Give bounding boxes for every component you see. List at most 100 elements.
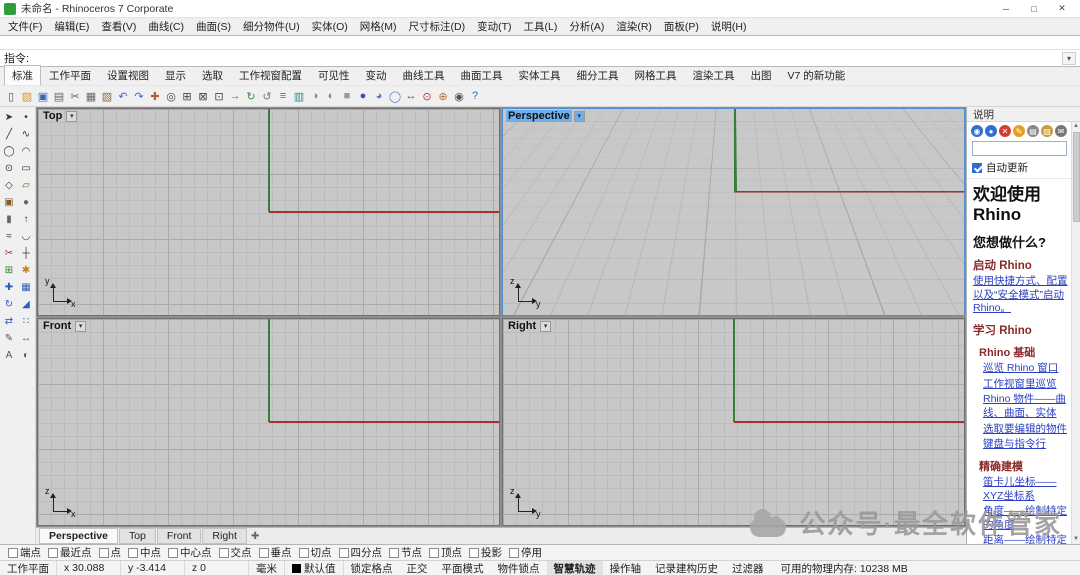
rotate-tool-icon[interactable]: ↻: [1, 296, 18, 313]
toolbar-tab[interactable]: 实体工具: [511, 65, 569, 85]
menu-item[interactable]: 文件(F): [2, 18, 48, 35]
scroll-up-icon[interactable]: ▲: [1073, 122, 1079, 131]
help-link[interactable]: 巡览 Rhino 窗口: [983, 362, 1068, 376]
help-mail-icon[interactable]: ✉: [1055, 125, 1067, 137]
viewport-menu-caret-icon[interactable]: ▾: [540, 320, 552, 332]
toolbar-tab[interactable]: 曲面工具: [453, 65, 511, 85]
viewport-tab[interactable]: Top: [118, 528, 156, 544]
help-link[interactable]: 角度——绘制特定的角度: [983, 505, 1068, 532]
osnap-checkbox[interactable]: [8, 547, 18, 558]
toolbar-tab[interactable]: 可见性: [310, 65, 358, 85]
status-toggle[interactable]: 操作轴: [603, 561, 649, 575]
osnap-toggle[interactable]: 端点: [8, 545, 41, 560]
toolbar-tab[interactable]: 网格工具: [627, 65, 685, 85]
record-history-icon[interactable]: ◉: [451, 87, 467, 105]
sphere-icon[interactable]: ●: [18, 194, 35, 211]
help-link[interactable]: 使用快捷方式、配置以及“安全模式”启动 Rhino。: [973, 275, 1068, 316]
point-object-icon[interactable]: ⊙: [419, 87, 435, 105]
help-edit-icon[interactable]: ✎: [1013, 125, 1025, 137]
split-icon[interactable]: ┼: [18, 245, 35, 262]
render-icon[interactable]: ●: [355, 87, 371, 105]
hide-object-icon[interactable]: ◑: [307, 87, 323, 105]
toolbar-tab[interactable]: 设置视图: [99, 65, 157, 85]
menu-item[interactable]: 变动(T): [471, 18, 517, 35]
help-link[interactable]: 选取要编辑的物件: [983, 423, 1068, 437]
new-file-icon[interactable]: ▯: [3, 87, 19, 105]
arc-icon[interactable]: ◠: [18, 143, 35, 160]
chevron-down-icon[interactable]: ▾: [1062, 51, 1076, 65]
osnap-toggle[interactable]: 最近点: [48, 545, 92, 560]
viewport-menu-caret-icon[interactable]: ▾: [66, 110, 78, 122]
help-scrollbar[interactable]: ▲ ▼: [1071, 122, 1080, 544]
command-history[interactable]: [0, 35, 1080, 50]
move-tool-icon[interactable]: ✚: [1, 279, 18, 296]
help-link[interactable]: 工作视窗里巡览: [983, 378, 1068, 392]
menu-item[interactable]: 尺寸标注(D): [403, 18, 472, 35]
help-stop-icon[interactable]: ✕: [999, 125, 1011, 137]
osnap-checkbox[interactable]: [98, 547, 109, 558]
point-icon[interactable]: •: [18, 109, 35, 126]
print-icon[interactable]: ▤: [51, 87, 67, 105]
loft-icon[interactable]: ≈: [1, 228, 18, 245]
measure-icon[interactable]: ↔: [403, 87, 419, 105]
osnap-toggle[interactable]: 投影: [469, 545, 502, 560]
viewport-menu-caret-icon[interactable]: ▾: [573, 110, 585, 122]
visibility-icon[interactable]: ◐: [18, 347, 35, 364]
menu-item[interactable]: 曲面(S): [190, 18, 237, 35]
help-icon[interactable]: ?: [467, 87, 483, 105]
help-link[interactable]: Rhino 物件——曲线、曲面、实体: [983, 393, 1068, 420]
osnap-toggle[interactable]: 中点: [128, 545, 161, 560]
toolbar-tab[interactable]: 细分工具: [569, 65, 627, 85]
viewport-perspective[interactable]: Perspective ▾ z y: [502, 108, 965, 316]
select-arrow-icon[interactable]: ➤: [1, 109, 18, 126]
viewport-label-right[interactable]: Right ▾: [506, 320, 552, 332]
help-folder-icon[interactable]: ▨: [1041, 125, 1053, 137]
perspective-viewport-canvas[interactable]: [503, 109, 964, 315]
show-object-icon[interactable]: ◐: [323, 87, 339, 105]
toolbar-tab[interactable]: 变动: [358, 65, 395, 85]
scale-tool-icon[interactable]: ◢: [18, 296, 35, 313]
osnap-checkbox[interactable]: [469, 547, 479, 558]
osnap-checkbox[interactable]: [429, 547, 439, 558]
osnap-toggle[interactable]: 点: [98, 545, 121, 560]
toolbar-tab[interactable]: 渲染工具: [685, 65, 743, 85]
viewport-pan-icon[interactable]: ✚: [251, 531, 259, 542]
menu-item[interactable]: 网格(M): [354, 18, 403, 35]
explode-icon[interactable]: ✱: [18, 262, 35, 279]
toolbar-tab[interactable]: 出图: [743, 65, 780, 85]
zoom-dynamic-icon[interactable]: ◎: [163, 87, 179, 105]
zoom-window-icon[interactable]: ⊞: [179, 87, 195, 105]
zoom-selected-icon[interactable]: ⊡: [211, 87, 227, 105]
menu-item[interactable]: 面板(P): [658, 18, 705, 35]
osnap-checkbox[interactable]: [509, 547, 519, 558]
circle-icon[interactable]: ◯: [1, 143, 18, 160]
menu-item[interactable]: 曲线(C): [142, 18, 190, 35]
wireframe-view-icon[interactable]: ◯: [387, 87, 403, 105]
undo-icon[interactable]: ↶: [115, 87, 131, 105]
osnap-toggle[interactable]: 交点: [218, 545, 252, 560]
menu-item[interactable]: 工具(L): [518, 18, 564, 35]
maximize-button[interactable]: □: [1020, 1, 1048, 17]
units-indicator[interactable]: 毫米: [249, 561, 285, 575]
status-toggle[interactable]: 物件锁点: [491, 561, 547, 575]
toolbar-tab[interactable]: 显示: [157, 65, 194, 85]
toolbar-tab[interactable]: V7 的新功能: [780, 65, 854, 85]
viewport-label-perspective[interactable]: Perspective ▾: [506, 110, 585, 122]
front-viewport-canvas[interactable]: [38, 319, 499, 525]
polyline-icon[interactable]: ╱: [1, 126, 18, 143]
toolbar-tab[interactable]: 曲线工具: [395, 65, 453, 85]
viewport-right[interactable]: Right ▾ z y: [502, 318, 965, 526]
rectangle-icon[interactable]: ▭: [18, 160, 35, 177]
zoom-extents-icon[interactable]: ⊠: [195, 87, 211, 105]
scroll-down-icon[interactable]: ▼: [1073, 535, 1079, 544]
viewport-tab[interactable]: Right: [202, 528, 247, 544]
status-toggle[interactable]: 过滤器: [725, 561, 771, 575]
viewport-tab[interactable]: Perspective: [39, 528, 118, 544]
top-viewport-canvas[interactable]: [38, 109, 499, 315]
menu-item[interactable]: 渲染(R): [610, 18, 658, 35]
cylinder-icon[interactable]: ▮: [1, 211, 18, 228]
properties-icon[interactable]: ▥: [291, 87, 307, 105]
toolbar-tab[interactable]: 工作视窗配置: [231, 65, 310, 85]
surface-plane-icon[interactable]: ▱: [18, 177, 35, 194]
osnap-toggle[interactable]: 四分点: [338, 545, 382, 560]
